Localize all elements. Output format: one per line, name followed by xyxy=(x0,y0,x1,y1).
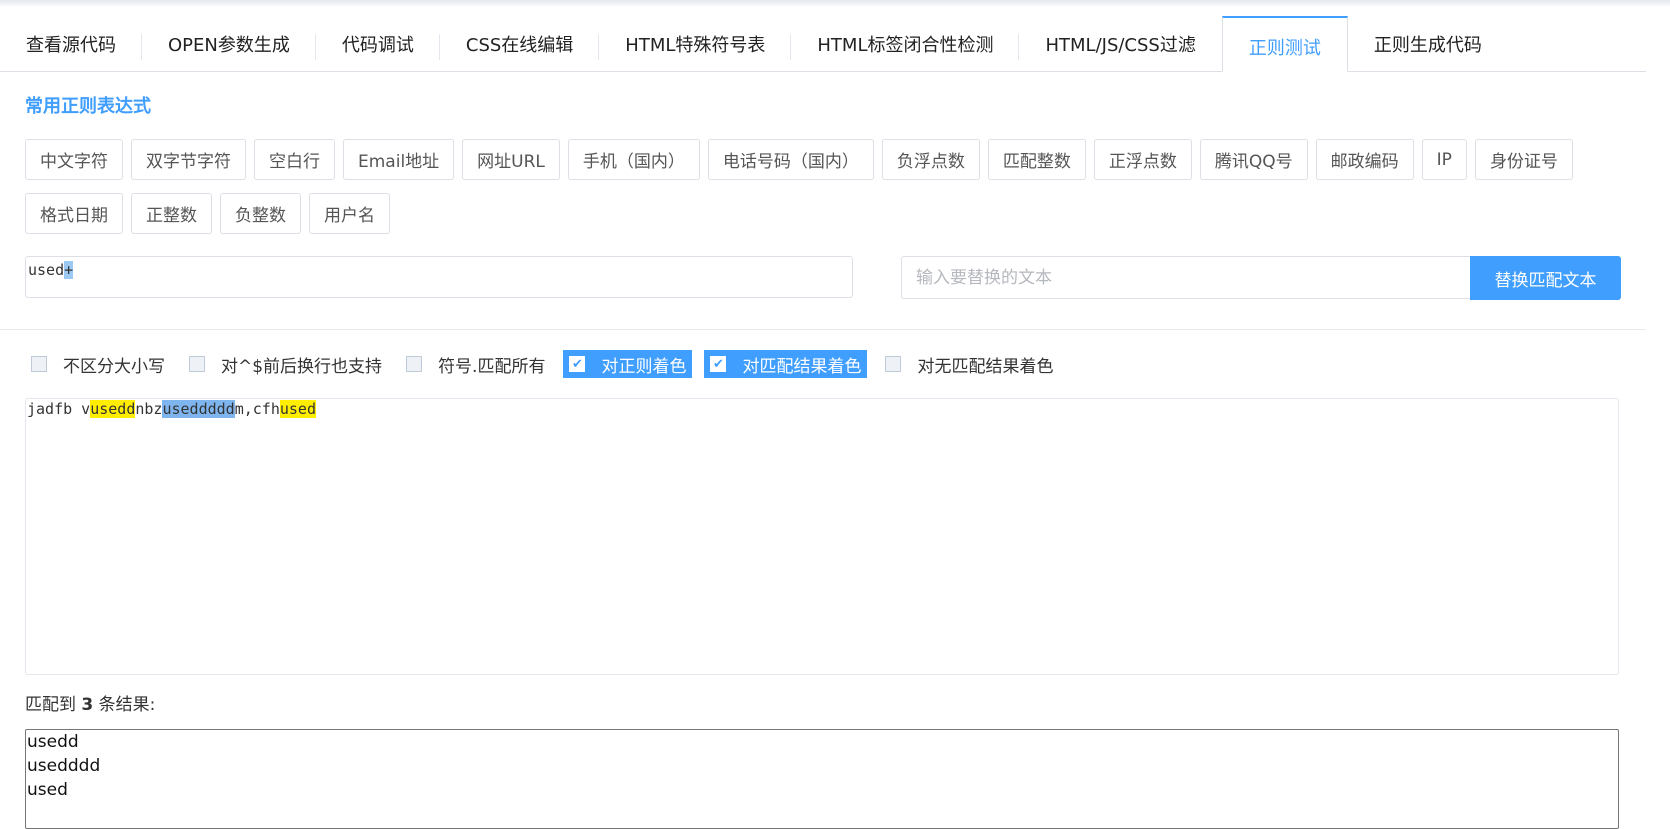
result-item: usedd xyxy=(27,732,79,752)
preset-postcode[interactable]: 邮政编码 xyxy=(1315,139,1414,180)
match-highlight: usedd xyxy=(90,400,136,418)
tab-view-source[interactable]: 查看源代码 xyxy=(0,16,142,71)
option-color-regex[interactable]: ✔ 对正则着色 xyxy=(563,350,693,378)
option-dotall[interactable]: 符号.匹配所有 xyxy=(400,350,551,378)
test-text-segment: nbz xyxy=(135,400,163,418)
preset-positive-int[interactable]: 正整数 xyxy=(131,193,212,234)
preset-qq[interactable]: 腾讯QQ号 xyxy=(1199,139,1308,180)
option-color-matches[interactable]: ✔ 对匹配结果着色 xyxy=(704,350,868,378)
checkbox-icon xyxy=(406,356,423,372)
preset-date-format[interactable]: 格式日期 xyxy=(25,193,123,234)
tab-regex-test[interactable]: 正则测试 xyxy=(1221,16,1348,72)
preset-mobile[interactable]: 手机（国内） xyxy=(567,139,700,180)
option-color-nonmatch[interactable]: 对无匹配结果着色 xyxy=(879,350,1059,378)
tool-tabs: 查看源代码 OPEN参数生成 代码调试 CSS在线编辑 HTML特殊符号表 HT… xyxy=(0,16,1646,72)
option-label: 不区分大小写 xyxy=(63,356,165,377)
preset-list: 中文字符 双字节字符 空白行 Email地址 网址URL 手机（国内） 电话号码… xyxy=(25,139,1625,234)
checkmark-icon: ✔ xyxy=(710,356,727,372)
replace-text-input[interactable] xyxy=(901,256,1471,299)
test-text-area[interactable]: jadfb vuseddnbzusedddddm,cfhused xyxy=(25,398,1619,675)
result-count: 3 xyxy=(81,695,94,715)
preset-positive-float[interactable]: 正浮点数 xyxy=(1093,139,1192,180)
checkbox-icon xyxy=(885,356,902,372)
option-label: 对匹配结果着色 xyxy=(742,356,862,377)
preset-id-card[interactable]: 身份证号 xyxy=(1474,139,1573,180)
result-summary: 匹配到 3 条结果: xyxy=(25,690,155,715)
preset-url[interactable]: 网址URL xyxy=(462,139,560,180)
section-title: 常用正则表达式 xyxy=(25,96,151,117)
preset-ip[interactable]: IP xyxy=(1421,139,1467,180)
result-suffix: 条结果: xyxy=(98,695,156,715)
test-text-segment: m,cfh xyxy=(234,400,280,418)
preset-email[interactable]: Email地址 xyxy=(343,139,455,180)
preset-chinese-chars[interactable]: 中文字符 xyxy=(25,139,123,180)
match-highlight-selected: useddddd xyxy=(162,400,235,418)
preset-double-byte[interactable]: 双字节字符 xyxy=(131,139,246,180)
tab-css-editor[interactable]: CSS在线编辑 xyxy=(440,16,600,71)
replace-button[interactable]: 替换匹配文本 xyxy=(1470,256,1621,300)
options-row: 不区分大小写 对^$前后换行也支持 符号.匹配所有 ✔ 对正则着色 ✔ 对匹配结果着… xyxy=(25,350,1071,378)
preset-negative-float[interactable]: 负浮点数 xyxy=(881,139,980,180)
test-text-segment: jadfb v xyxy=(27,400,91,418)
tab-code-debug[interactable]: 代码调试 xyxy=(316,16,440,71)
preset-blank-line[interactable]: 空白行 xyxy=(254,139,335,180)
result-item: usedddd xyxy=(27,756,101,776)
preset-negative-int[interactable]: 负整数 xyxy=(220,193,301,234)
option-label: 对正则着色 xyxy=(601,356,687,377)
option-label: 对^$前后换行也支持 xyxy=(221,356,383,377)
match-highlight: used xyxy=(279,400,316,418)
regex-text: used xyxy=(28,261,65,279)
preset-phone[interactable]: 电话号码（国内） xyxy=(707,139,874,180)
option-ignore-case[interactable]: 不区分大小写 xyxy=(25,350,171,378)
tab-html-filter[interactable]: HTML/JS/CSS过滤 xyxy=(1019,16,1221,71)
preset-username[interactable]: 用户名 xyxy=(309,193,390,234)
option-label: 对无匹配结果着色 xyxy=(917,356,1054,377)
top-shadow xyxy=(0,0,1670,6)
result-item: used xyxy=(27,780,68,800)
regex-quantifier-highlight: + xyxy=(64,261,74,279)
option-multiline[interactable]: 对^$前后换行也支持 xyxy=(183,350,388,378)
preset-integer[interactable]: 匹配整数 xyxy=(987,139,1086,180)
tab-regex-codegen[interactable]: 正则生成代码 xyxy=(1348,16,1508,71)
checkmark-icon: ✔ xyxy=(569,356,586,372)
checkbox-icon xyxy=(189,356,205,372)
tab-html-symbols[interactable]: HTML特殊符号表 xyxy=(599,16,792,71)
regex-input[interactable]: used+ xyxy=(25,256,853,298)
result-list[interactable]: usedd usedddd used xyxy=(25,729,1619,829)
checkbox-icon xyxy=(31,356,47,372)
result-prefix: 匹配到 xyxy=(25,695,76,715)
divider xyxy=(0,329,1646,330)
option-label: 符号.匹配所有 xyxy=(438,356,546,377)
tab-html-tag-check[interactable]: HTML标签闭合性检测 xyxy=(791,16,1020,71)
tab-open-params[interactable]: OPEN参数生成 xyxy=(142,16,316,71)
